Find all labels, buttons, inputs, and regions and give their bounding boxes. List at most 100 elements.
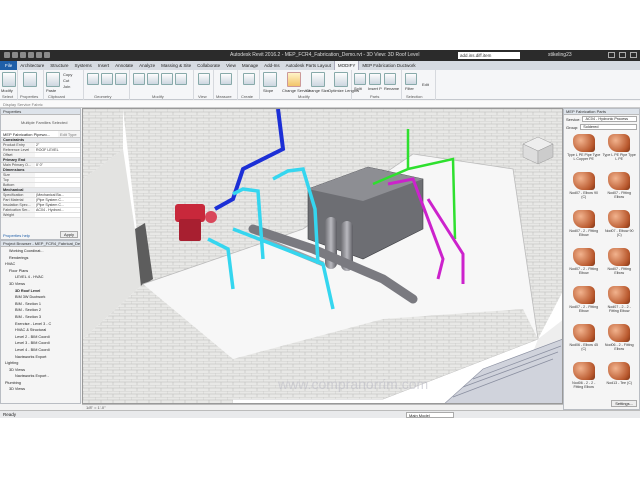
part-tile[interactable]: Nod07 - Elbow 90 (C) — [603, 209, 637, 245]
properties-icon[interactable] — [23, 72, 37, 87]
apply-button[interactable]: Apply — [59, 231, 78, 238]
property-value[interactable]: (Mechanical Ba... — [35, 193, 80, 197]
tab-architecture[interactable]: Architecture — [17, 61, 47, 70]
property-value[interactable]: 2" — [35, 143, 80, 147]
part-tile[interactable]: Nod13 - Tee (C) — [603, 361, 637, 397]
cut-geometry-icon[interactable] — [101, 73, 113, 85]
tree-item[interactable]: BIM - Section 2 — [1, 307, 80, 314]
3d-viewport[interactable]: www.compranorrim.com — [82, 108, 563, 404]
part-tile[interactable]: Nod06 - Elbow 45 (C) — [567, 323, 601, 359]
tree-item[interactable]: HVAC & Structural — [1, 327, 80, 334]
edit-button[interactable]: Edit — [422, 82, 429, 87]
property-value[interactable]: ROOF LEVEL — [35, 148, 80, 152]
part-tile[interactable]: Nod07 - Fitting Elbow — [603, 171, 637, 207]
trim-icon[interactable] — [175, 73, 187, 85]
tab-view[interactable]: View — [223, 61, 239, 70]
hide-view-icon[interactable] — [198, 73, 210, 85]
tab-fabrication-ductwork[interactable]: MEP Fabrication Ductwork — [359, 61, 418, 70]
join-geometry-icon[interactable] — [115, 73, 127, 85]
tab-structure[interactable]: Structure — [47, 61, 71, 70]
tree-item[interactable]: Lighting — [1, 360, 80, 367]
cope-icon[interactable] — [87, 73, 99, 85]
rename-parts-icon[interactable] — [384, 73, 396, 85]
tree-item[interactable]: BIM - Section 3 — [1, 314, 80, 321]
user-name[interactable]: stikeling23 — [548, 50, 572, 61]
properties-help-link[interactable]: Properties help — [3, 233, 30, 238]
part-tile[interactable]: Type L PE Pipe Type L Copper PE — [567, 133, 601, 169]
split-icon[interactable] — [354, 73, 366, 85]
part-tile[interactable]: Nod06 - 2 - 2 - Fitting Elbow — [567, 361, 601, 397]
tab-massing-site[interactable]: Massing & Site — [158, 61, 194, 70]
close-icon[interactable] — [630, 52, 637, 58]
measure-icon[interactable] — [220, 73, 232, 85]
tree-item[interactable]: HVAC — [1, 261, 80, 268]
tree-item[interactable]: Level 4 - BIM Coordi — [1, 347, 80, 354]
tab-add-ins[interactable]: Add-Ins — [261, 61, 283, 70]
property-value[interactable] — [35, 183, 80, 187]
tab-insert[interactable]: Insert — [95, 61, 112, 70]
type-selector[interactable]: Multiple Families Selected — [1, 115, 80, 131]
tree-item[interactable]: Level 2 - BIM Coordi — [1, 334, 80, 341]
properties-filter-dropdown[interactable]: MEP Fabrication Pipewo... — [1, 131, 58, 137]
slope-icon[interactable] — [263, 72, 277, 87]
paste-icon[interactable] — [46, 72, 60, 87]
tree-item[interactable]: Navisworks Export - — [1, 373, 80, 380]
optimize-lengths-icon[interactable] — [334, 72, 348, 87]
part-tile[interactable]: Nod07 - 2 - Fitting Elbow — [567, 209, 601, 245]
property-row[interactable]: Weight — [1, 213, 80, 218]
part-tile[interactable]: Nod06 - 2 - Fitting Elbow — [603, 323, 637, 359]
group-dropdown[interactable]: Soldered — [580, 124, 637, 130]
insert-points-icon[interactable] — [369, 73, 381, 85]
property-value[interactable] — [35, 213, 80, 217]
move-icon[interactable] — [147, 73, 159, 85]
join-button[interactable]: Join — [63, 84, 70, 89]
quick-access-toolbar[interactable] — [4, 52, 64, 59]
tree-item[interactable]: Working Coordinat... — [1, 248, 80, 255]
tree-item[interactable]: BIM - Section 1 — [1, 301, 80, 308]
tree-item[interactable]: Exercise - Level 3 - C — [1, 321, 80, 328]
part-tile[interactable]: Nod07 - 2 - Fitting Elbow — [567, 285, 601, 321]
property-value[interactable]: (Pipe System C... — [35, 203, 80, 207]
property-value[interactable]: 0' 0" — [35, 163, 80, 167]
service-dropdown[interactable]: AC04 - Hydronic Process — [582, 116, 637, 122]
rotate-icon[interactable] — [161, 73, 173, 85]
minimize-icon[interactable] — [608, 52, 615, 58]
part-tile[interactable]: Nod07 - 2 - 2 - Fitting Elbow — [603, 285, 637, 321]
property-value[interactable] — [35, 173, 80, 177]
window-controls[interactable] — [608, 52, 637, 58]
edit-type-button[interactable]: Edit Type — [58, 131, 80, 137]
tab-manage[interactable]: Manage — [239, 61, 261, 70]
property-value[interactable] — [35, 178, 80, 182]
tree-item[interactable]: BIM 3W Ductwork — [1, 294, 80, 301]
tree-item[interactable]: Plumbing — [1, 380, 80, 387]
part-tile[interactable]: Type L PE Pipe Type L PE — [603, 133, 637, 169]
property-value[interactable]: AC04 - Hydroni... — [35, 208, 80, 212]
tree-item[interactable]: Renderings — [1, 255, 80, 262]
create-group-icon[interactable] — [243, 73, 255, 85]
tree-item[interactable]: Navisworks Export — [1, 354, 80, 361]
property-value[interactable] — [35, 153, 80, 157]
copy-button[interactable]: Copy — [63, 72, 72, 77]
cut-button[interactable]: Cut — [63, 78, 69, 83]
3d-model-view[interactable]: www.compranorrim.com — [83, 109, 563, 404]
tab-systems[interactable]: Systems — [72, 61, 95, 70]
part-tile[interactable]: Nod07 - 2 - Fitting Elbow — [567, 247, 601, 283]
part-tile[interactable]: Nod07 - Elbow 90 (C) — [567, 171, 601, 207]
maximize-icon[interactable] — [619, 52, 626, 58]
tree-item[interactable]: 3D Views — [1, 386, 80, 393]
tree-item[interactable]: Level 3 - BIM Coordi — [1, 340, 80, 347]
search-input[interactable]: add.ins.diff.item — [458, 52, 520, 59]
tab-file[interactable]: File — [0, 61, 18, 70]
change-service-icon[interactable] — [287, 72, 301, 87]
tree-item-selected[interactable]: 3D Roof Level — [1, 288, 80, 295]
change-size-icon[interactable] — [311, 72, 325, 87]
tab-annotate[interactable]: Annotate — [112, 61, 136, 70]
tree-item[interactable]: 3D Views — [1, 281, 80, 288]
part-tile[interactable]: Nod07 - Fitting Elbow — [603, 247, 637, 283]
settings-button[interactable]: Settings... — [611, 400, 637, 407]
tree-item[interactable]: LEVEL 4 - HVAC — [1, 274, 80, 281]
modify-arrow-icon[interactable] — [2, 72, 16, 87]
tab-parts-layout[interactable]: Autodesk Parts Layout — [283, 61, 334, 70]
tree-item[interactable]: Floor Plans — [1, 268, 80, 275]
filter-icon[interactable] — [405, 73, 417, 85]
